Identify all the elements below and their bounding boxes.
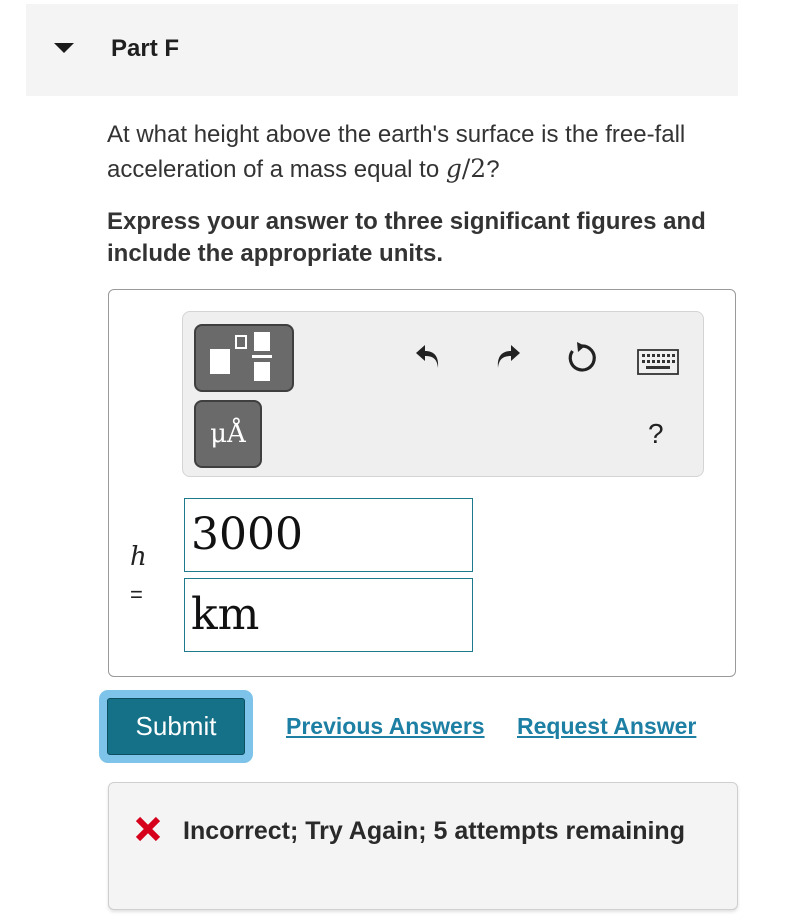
math-divisor: /2 — [461, 154, 487, 183]
undo-icon[interactable] — [413, 341, 445, 373]
question-math: g/2 — [446, 154, 486, 183]
templates-icon — [210, 332, 272, 381]
question-text-before: At what height above the earth's surface… — [107, 121, 686, 183]
units-button[interactable]: μÅ — [194, 400, 262, 468]
feedback-text: Incorrect; Try Again; 5 attempts remaini… — [183, 817, 685, 845]
redo-icon[interactable] — [491, 341, 523, 373]
answer-units-input[interactable]: km — [184, 578, 473, 652]
question-text: At what height above the earth's surface… — [107, 118, 747, 187]
previous-answers-link[interactable]: Previous Answers — [286, 713, 485, 740]
caret-down-icon[interactable] — [54, 43, 74, 53]
templates-button[interactable] — [194, 324, 294, 392]
keyboard-icon[interactable] — [637, 348, 679, 376]
answer-variable: h — [130, 542, 147, 572]
part-title: Part F — [111, 35, 180, 62]
math-variable: g — [445, 154, 462, 183]
question-text-after: ? — [486, 156, 500, 183]
reset-icon[interactable] — [564, 340, 600, 376]
x-mark-icon — [135, 816, 161, 842]
request-answer-link[interactable]: Request Answer — [517, 713, 696, 740]
instructions: Express your answer to three significant… — [107, 208, 706, 267]
feedback-message: Incorrect; Try Again; 5 attempts remaini… — [135, 814, 695, 848]
submit-button[interactable]: Submit — [107, 698, 245, 755]
help-button[interactable]: ? — [648, 418, 664, 450]
answer-value-input[interactable]: 3000 — [184, 498, 473, 572]
equals-sign: = — [130, 582, 143, 607]
